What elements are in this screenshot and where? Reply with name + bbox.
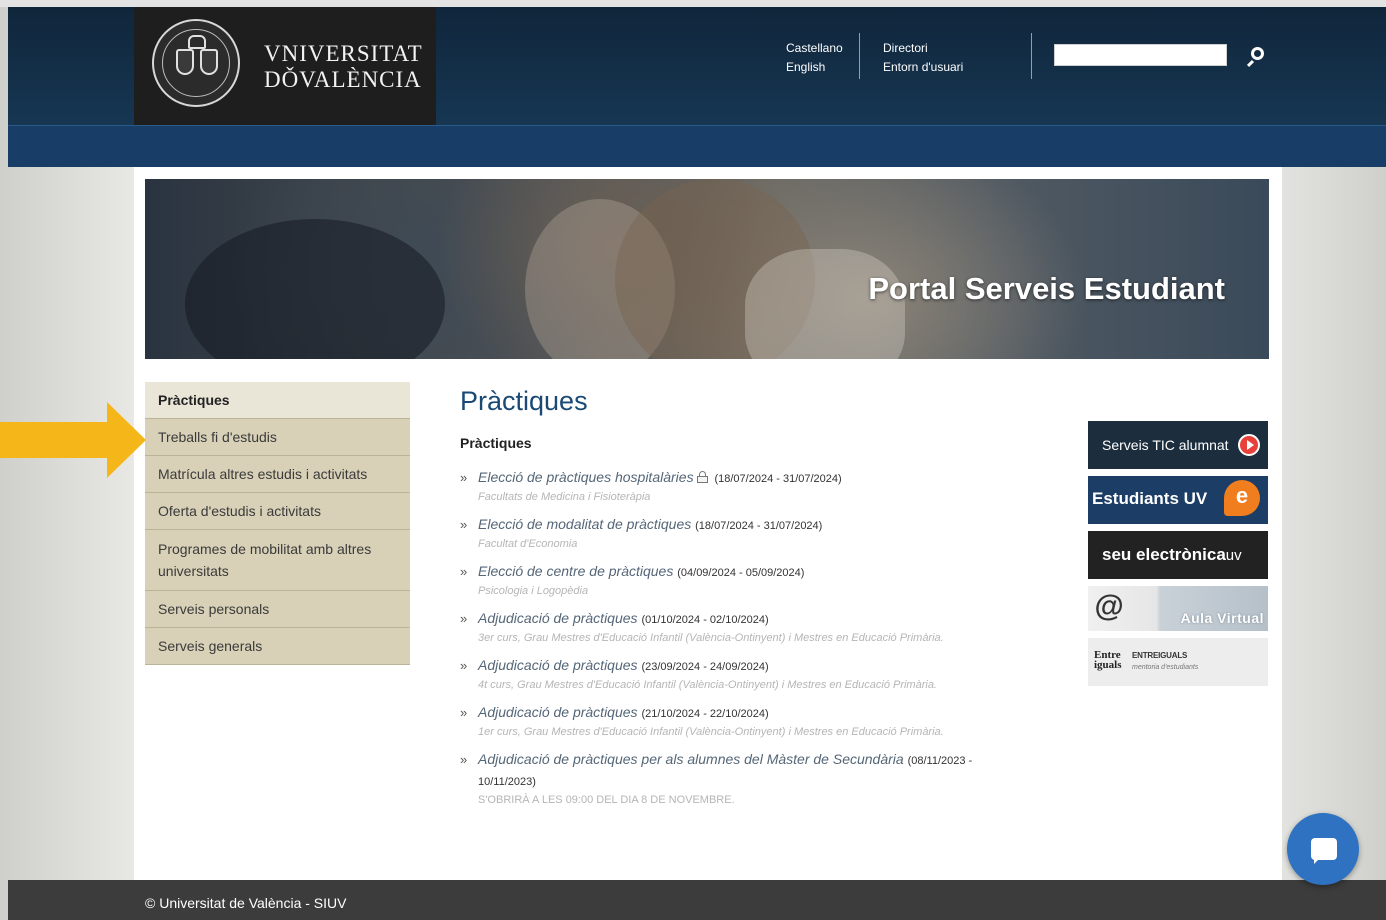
search-icon[interactable] xyxy=(1246,45,1268,68)
e-badge-icon: e xyxy=(1224,480,1260,516)
serveis-tic-button[interactable]: Serveis TIC alumnat xyxy=(1088,421,1268,469)
entry-dates: (18/07/2024 - 31/07/2024) xyxy=(695,520,823,532)
entry-subtitle: 3er curs, Grau Mestres d'Educació Infant… xyxy=(478,632,944,644)
list-item: » Adjudicació de pràctiques (21/10/2024 … xyxy=(460,703,1000,740)
entorn-usuari-link[interactable]: Entorn d'usuari xyxy=(883,58,963,77)
entry-dates: (21/10/2024 - 22/10/2024) xyxy=(641,708,769,720)
entry-dates: (23/09/2024 - 24/09/2024) xyxy=(641,661,769,673)
sidebar-item-serveis-generals[interactable]: Serveis generals xyxy=(145,628,410,665)
entry-subtitle: 1er curs, Grau Mestres d'Educació Infant… xyxy=(478,726,944,738)
sidebar-item-programes-mobilitat[interactable]: Programes de mobilitat amb altres univer… xyxy=(145,530,410,591)
aula-virtual-label: Aula Virtual xyxy=(1180,610,1264,626)
lang-link-castellano[interactable]: Castellano xyxy=(786,39,843,58)
sidebar-menu: Pràctiques Treballs fi d'estudis Matrícu… xyxy=(145,382,410,665)
bullet-icon: » xyxy=(460,611,468,626)
seu-electronica-suffix: uv xyxy=(1225,547,1242,564)
sidebar-item-practiques[interactable]: Pràctiques xyxy=(145,382,410,419)
aula-virtual-button[interactable]: @ Aula Virtual xyxy=(1088,586,1268,631)
entry-link[interactable]: Adjudicació de pràctiques xyxy=(478,704,638,720)
search-input[interactable] xyxy=(1054,44,1227,66)
entreiguals-logo: Entre iguals xyxy=(1094,649,1122,671)
footer: © Universitat de València - SIUV xyxy=(8,880,1386,920)
main-content: Pràctiques Pràctiques » Elecció de pràct… xyxy=(460,384,1000,818)
entry-link[interactable]: Elecció de modalitat de pràctiques xyxy=(478,516,691,532)
list-item: » Adjudicació de pràctiques (01/10/2024 … xyxy=(460,609,1000,646)
entry-subtitle: Facultat d'Economia xyxy=(478,538,578,550)
entreiguals-button[interactable]: Entre iguals ENTREIGUALS mentoria d'estud… xyxy=(1088,638,1268,686)
quick-links: Serveis TIC alumnat Estudiants UV e seu … xyxy=(1088,421,1268,693)
estudiants-uv-label: Estudiants UV xyxy=(1092,489,1208,508)
university-name-line1: VNIVERSITAT xyxy=(264,41,423,66)
lang-link-english[interactable]: English xyxy=(786,58,843,77)
arrow-right-icon xyxy=(0,402,146,478)
header-divider xyxy=(1031,33,1032,79)
user-links: Directori Entorn d'usuari xyxy=(883,39,963,77)
language-links: Castellano English xyxy=(786,39,843,77)
list-item: » Elecció de centre de pràctiques (04/09… xyxy=(460,562,1000,599)
nav-bar xyxy=(8,125,1386,167)
entry-link[interactable]: Elecció de pràctiques hospitalàries xyxy=(478,469,694,485)
entry-dates: (18/07/2024 - 31/07/2024) xyxy=(714,473,842,485)
site-header: VNIVERSITAT DǑVALÈNCIA Castellano Englis… xyxy=(8,7,1386,125)
top-strip xyxy=(0,0,1386,7)
university-logo[interactable]: VNIVERSITAT DǑVALÈNCIA xyxy=(134,7,436,125)
banner: Portal Serveis Estudiant xyxy=(145,179,1269,359)
banner-title: Portal Serveis Estudiant xyxy=(868,271,1225,306)
header-divider xyxy=(859,33,860,79)
entry-link[interactable]: Adjudicació de pràctiques per als alumne… xyxy=(478,751,904,767)
seu-electronica-button[interactable]: seu electrònicauv xyxy=(1088,531,1268,579)
bullet-icon: » xyxy=(460,705,468,720)
bullet-icon: » xyxy=(460,470,468,485)
estudiants-uv-button[interactable]: Estudiants UV e xyxy=(1088,476,1268,524)
entry-subtitle: Psicologia i Logopèdia xyxy=(478,585,589,597)
serveis-tic-label: Serveis TIC alumnat xyxy=(1102,437,1229,453)
university-name: VNIVERSITAT DǑVALÈNCIA xyxy=(264,41,423,93)
bullet-icon: » xyxy=(460,564,468,579)
banner-photo xyxy=(185,219,445,359)
bullet-icon: » xyxy=(460,658,468,673)
entry-subtitle: 4t curs, Grau Mestres d'Educació Infanti… xyxy=(478,679,937,691)
sidebar-item-treballs-fi-estudis[interactable]: Treballs fi d'estudis xyxy=(145,419,410,456)
entry-subtitle: S'OBRIRÀ A LES 09:00 DEL DIA 8 DE NOVEMB… xyxy=(478,794,735,806)
entreiguals-title: ENTREIGUALS xyxy=(1132,651,1188,660)
sidebar-item-oferta-estudis[interactable]: Oferta d'estudis i activitats xyxy=(145,493,410,530)
section-title: Pràctiques xyxy=(460,435,532,451)
lock-icon xyxy=(696,471,708,483)
arrow-right-icon xyxy=(0,402,146,478)
entry-link[interactable]: Adjudicació de pràctiques xyxy=(478,657,638,673)
list-item: » Adjudicació de pràctiques (23/09/2024 … xyxy=(460,656,1000,693)
page-title: Pràctiques xyxy=(460,386,588,416)
seu-electronica-label: seu electrònica xyxy=(1102,545,1226,564)
entry-subtitle: Facultats de Medicina i Fisioteràpia xyxy=(478,491,651,503)
directori-link[interactable]: Directori xyxy=(883,39,963,58)
chat-icon xyxy=(1311,838,1337,864)
bullet-icon: » xyxy=(460,752,468,767)
practiques-list: » Elecció de pràctiques hospitalàries (1… xyxy=(460,468,1000,808)
entry-dates: (01/10/2024 - 02/10/2024) xyxy=(641,614,769,626)
university-name-line2: DǑVALÈNCIA xyxy=(264,67,422,92)
university-seal-icon xyxy=(152,19,240,107)
sidebar-item-matricula-altres-estudis[interactable]: Matrícula altres estudis i activitats xyxy=(145,456,410,493)
bullet-icon: » xyxy=(460,517,468,532)
at-sign-icon: @ xyxy=(1094,590,1124,623)
entry-link[interactable]: Adjudicació de pràctiques xyxy=(478,610,638,626)
entreiguals-subtitle: mentoria d'estudiants xyxy=(1132,664,1199,671)
play-icon xyxy=(1238,434,1260,456)
footer-copyright: © Universitat de València - SIUV xyxy=(145,895,347,911)
list-item: » Elecció de modalitat de pràctiques (18… xyxy=(460,515,1000,552)
entry-dates: (04/09/2024 - 05/09/2024) xyxy=(677,567,805,579)
list-item: » Adjudicació de pràctiques per als alum… xyxy=(460,750,1000,808)
list-item: » Elecció de pràctiques hospitalàries (1… xyxy=(460,468,1000,505)
sidebar-item-serveis-personals[interactable]: Serveis personals xyxy=(145,591,410,628)
entry-link[interactable]: Elecció de centre de pràctiques xyxy=(478,563,673,579)
chat-button[interactable] xyxy=(1287,813,1359,885)
